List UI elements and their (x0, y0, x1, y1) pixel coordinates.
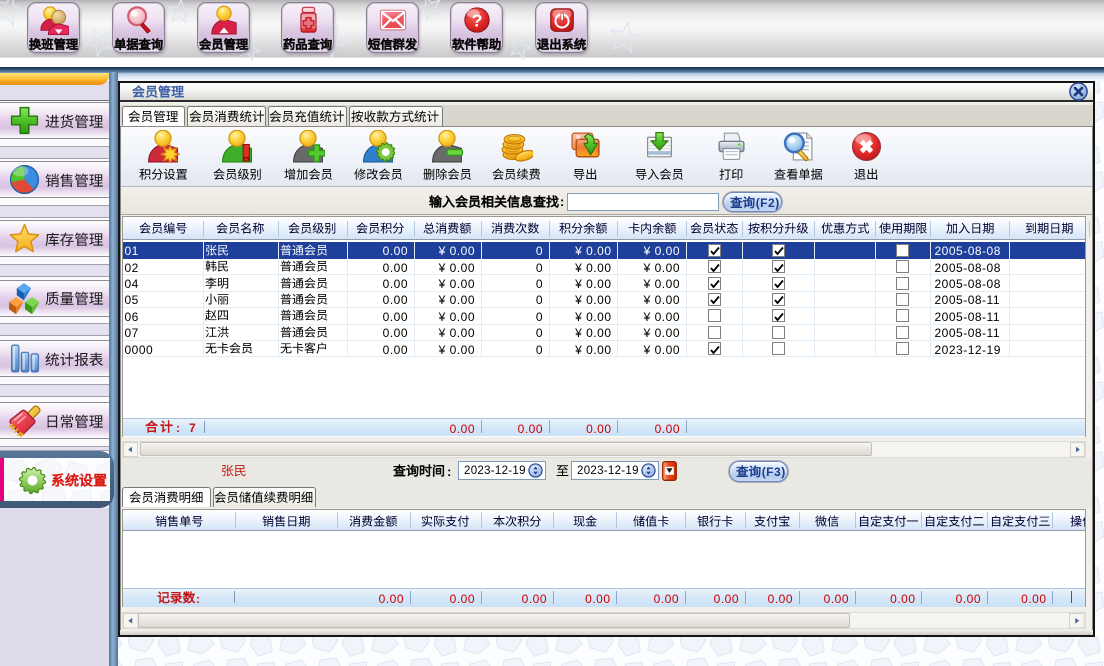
svg-text:?: ? (471, 11, 482, 31)
